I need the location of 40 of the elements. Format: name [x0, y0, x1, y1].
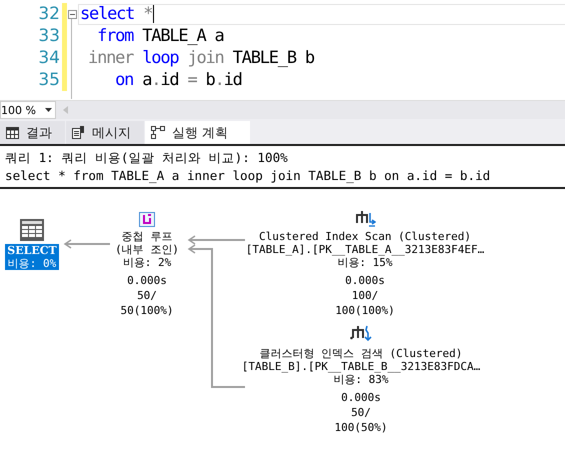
- plan-icon: [151, 126, 165, 139]
- zoom-dropdown[interactable]: 100 %: [0, 101, 56, 119]
- operator-stat: 50/: [137, 288, 157, 303]
- connector-arrow: [64, 239, 110, 249]
- result-tab[interactable]: 메시지: [66, 121, 144, 144]
- loop-join-icon: [139, 212, 155, 227]
- operator-stat: 100(50%): [334, 420, 388, 435]
- line-number: 34: [37, 48, 60, 68]
- operator-stat: 100(100%): [335, 303, 395, 318]
- code-line: inner loop join TABLE_B b: [87, 48, 316, 68]
- line-number: 32: [37, 4, 60, 24]
- scroll-left-icon[interactable]: [63, 106, 68, 114]
- result-tab[interactable]: 실행 계획: [145, 121, 250, 144]
- operator-label[interactable]: SELECT 비용: 0%: [5, 244, 59, 270]
- result-tab[interactable]: 결과: [0, 121, 65, 144]
- operator-label[interactable]: 클러스터형 인덱스 검색 (Clustered) [TABLE_B].[PK__TABLE_B__3213E83FDCA… 비용: 83%: [240, 347, 482, 386]
- operator-stat: 0.000s: [127, 273, 167, 288]
- collapse-icon[interactable]: [68, 10, 77, 18]
- text-cursor: [153, 5, 154, 23]
- query-header-text: select * from TABLE_A a inner loop join TABLE_B b on a.id = b.id: [5, 167, 492, 185]
- code-line: select *: [78, 4, 565, 24]
- line-number: 35: [37, 70, 60, 90]
- operator-stat: 50(100%): [120, 303, 174, 318]
- operator-stat: 0.000s: [341, 390, 381, 405]
- document-icon: [72, 126, 85, 139]
- operator-stat: 50/: [351, 405, 371, 420]
- line-number: 33: [37, 26, 60, 46]
- caret-icon: [45, 108, 52, 112]
- operator-stat: 100/: [352, 288, 378, 303]
- horizontal-scrollbar[interactable]: [56, 101, 565, 119]
- code-line: on a.id = b.id: [114, 70, 243, 90]
- code-line: from TABLE_A a: [96, 26, 225, 46]
- grid-icon: [6, 126, 19, 138]
- operator-label[interactable]: 중첩 루프 (내부 조인) 비용: 2%: [113, 230, 181, 269]
- query-header-text: 쿼리 1: 쿼리 비용(일괄 처리와 비교): 100%: [5, 149, 289, 167]
- index-seek-icon: [350, 324, 372, 344]
- operator-label[interactable]: Clustered Index Scan (Clustered) [TABLE_A].[PK__TABLE_A__3213E83F4EF… 비용: 15%: [244, 230, 486, 269]
- index-scan-icon: [354, 209, 376, 227]
- table-grid-icon: [20, 219, 44, 241]
- operator-stat: 0.000s: [345, 273, 385, 288]
